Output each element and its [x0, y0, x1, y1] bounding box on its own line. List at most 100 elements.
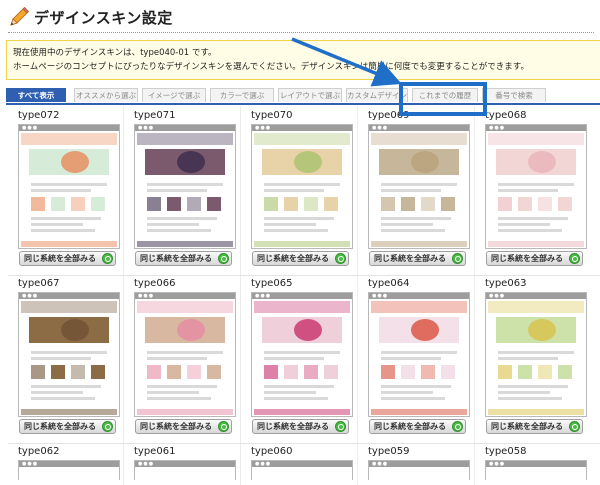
thumb-text-line — [31, 391, 83, 394]
view-similar-button[interactable]: 同じ系統を全部みる — [369, 419, 466, 434]
tab-by-layout[interactable]: レイアウトで選ぶ — [278, 88, 342, 102]
view-similar-button[interactable]: 同じ系統を全部みる — [369, 251, 466, 266]
thumb-text-line — [147, 223, 199, 226]
skin-preview[interactable]: ●●● — [485, 460, 587, 480]
thumb-text-line — [31, 183, 107, 186]
tab-search-by-number[interactable]: 番号で検索 — [482, 88, 546, 102]
search-icon — [102, 421, 113, 432]
thumb-block — [71, 197, 85, 211]
tab-custom-design[interactable]: カスタムデザイン — [346, 88, 408, 102]
thumb-text-line — [498, 229, 562, 232]
skin-preview[interactable]: ●●● — [485, 292, 587, 417]
skin-card[interactable]: type067 ●●● 同じ系統を全部みる — [18, 274, 135, 442]
preview-window-bar: ●●● — [19, 125, 119, 131]
skin-preview[interactable]: ●●● — [368, 124, 470, 249]
thumb-footer — [371, 409, 467, 415]
skin-preview[interactable]: ●●● — [18, 292, 120, 417]
view-similar-button[interactable]: 同じ系統を全部みる — [252, 419, 349, 434]
thumb-block — [207, 197, 221, 211]
skin-card[interactable]: type058 ●●● — [485, 442, 600, 485]
thumb-text-line — [498, 183, 574, 186]
thumb-block — [284, 197, 298, 211]
view-similar-label: 同じ系統を全部みる — [374, 422, 446, 431]
skin-thumbnail — [254, 133, 350, 247]
thumb-text-line — [381, 217, 451, 220]
thumb-header — [137, 133, 233, 145]
thumb-text-line — [381, 223, 433, 226]
thumb-text-line — [381, 351, 457, 354]
preview-window-bar: ●●● — [369, 461, 469, 467]
skin-card[interactable]: type063 ●●● 同じ系統を全部みる — [485, 274, 600, 442]
skin-preview[interactable]: ●●● — [485, 124, 587, 249]
skin-card[interactable]: type068 ●●● 同じ系統を全部みる — [485, 106, 600, 274]
tab-show-all[interactable]: すべて表示 — [6, 88, 66, 102]
thumb-text-line — [498, 397, 562, 400]
skin-preview[interactable]: ●●● — [134, 292, 236, 417]
thumb-hero-accent — [294, 319, 322, 341]
skin-card[interactable]: type072 ●●● 同じ系統を全部みる — [18, 106, 135, 274]
thumb-block — [421, 365, 435, 379]
view-similar-button[interactable]: 同じ系統を全部みる — [486, 251, 583, 266]
tabs-underline — [6, 103, 600, 105]
view-similar-button[interactable]: 同じ系統を全部みる — [486, 419, 583, 434]
thumb-text-line — [264, 183, 340, 186]
thumb-text-line — [31, 351, 107, 354]
skin-card[interactable]: type060 ●●● — [251, 442, 368, 485]
preview-window-bar: ●●● — [135, 293, 235, 299]
view-similar-button[interactable]: 同じ系統を全部みる — [252, 251, 349, 266]
current-skin-notice: 現在使用中のデザインスキンは、type040-01 です。 ホームページのコンセ… — [6, 40, 600, 80]
view-similar-button[interactable]: 同じ系統を全部みる — [135, 419, 232, 434]
view-similar-label: 同じ系統を全部みる — [24, 422, 96, 431]
tab-history[interactable]: これまでの履歴 — [412, 88, 478, 102]
skin-preview[interactable]: ●●● — [18, 460, 120, 480]
skin-card[interactable]: type064 ●●● 同じ系統を全部みる — [368, 274, 485, 442]
preview-window-bar: ●●● — [19, 461, 119, 467]
skin-preview[interactable]: ●●● — [134, 460, 236, 480]
thumb-text-line — [147, 357, 207, 360]
thumb-block — [518, 197, 532, 211]
skin-card[interactable]: type069 ●●● 同じ系統を全部みる — [368, 106, 485, 274]
skin-preview[interactable]: ●●● — [251, 460, 353, 480]
view-similar-button[interactable]: 同じ系統を全部みる — [19, 419, 116, 434]
search-icon — [452, 253, 463, 264]
thumb-text-line — [147, 229, 211, 232]
thumb-hero-accent — [294, 151, 322, 173]
window-dots-icon: ●●● — [372, 293, 389, 299]
preview-window-bar: ●●● — [486, 293, 586, 299]
skin-card[interactable]: type061 ●●● — [134, 442, 251, 485]
skin-card[interactable]: type070 ●●● 同じ系統を全部みる — [251, 106, 368, 274]
tab-by-image[interactable]: イメージで選ぶ — [142, 88, 206, 102]
preview-window-bar: ●●● — [19, 293, 119, 299]
tab-recommended[interactable]: オススメから選ぶ — [74, 88, 138, 102]
view-similar-label: 同じ系統を全部みる — [257, 422, 329, 431]
skin-card[interactable]: type065 ●●● 同じ系統を全部みる — [251, 274, 368, 442]
window-dots-icon: ●●● — [22, 293, 39, 299]
preview-window-bar: ●●● — [135, 125, 235, 131]
skin-preview[interactable]: ●●● — [251, 124, 353, 249]
skin-card[interactable]: type062 ●●● — [18, 442, 135, 485]
skin-preview[interactable]: ●●● — [251, 292, 353, 417]
skin-card[interactable]: type071 ●●● 同じ系統を全部みる — [134, 106, 251, 274]
skin-preview[interactable]: ●●● — [368, 292, 470, 417]
view-similar-label: 同じ系統を全部みる — [24, 254, 96, 263]
tab-by-color[interactable]: カラーで選ぶ — [210, 88, 274, 102]
view-similar-button[interactable]: 同じ系統を全部みる — [19, 251, 116, 266]
skin-name: type071 — [134, 110, 176, 121]
window-dots-icon: ●●● — [372, 125, 389, 131]
thumb-block — [538, 365, 552, 379]
window-dots-icon: ●●● — [255, 293, 272, 299]
notice-line-current: 現在使用中のデザインスキンは、type040-01 です。 — [13, 48, 217, 58]
search-icon — [335, 421, 346, 432]
thumb-header — [488, 301, 584, 313]
skin-preview[interactable]: ●●● — [134, 124, 236, 249]
skin-preview[interactable]: ●●● — [18, 124, 120, 249]
thumb-block — [264, 197, 278, 211]
skin-card[interactable]: type066 ●●● 同じ系統を全部みる — [134, 274, 251, 442]
skin-preview[interactable]: ●●● — [368, 460, 470, 480]
view-similar-button[interactable]: 同じ系統を全部みる — [135, 251, 232, 266]
thumb-text-line — [264, 391, 316, 394]
skin-card[interactable]: type059 ●●● — [368, 442, 485, 485]
thumb-footer — [21, 241, 117, 247]
thumb-text-line — [147, 391, 199, 394]
thumb-text-line — [381, 385, 451, 388]
